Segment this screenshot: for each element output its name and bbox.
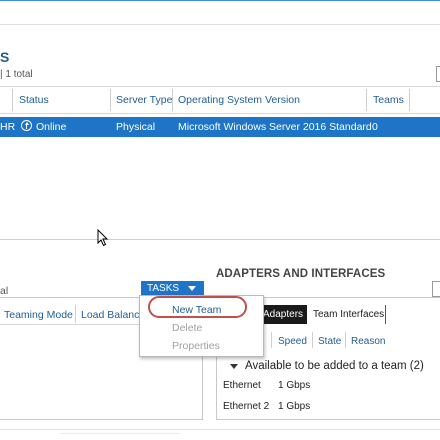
adapter-group-label: Available to be added to a team (2) bbox=[245, 360, 424, 372]
adapter-name-cell[interactable]: Ethernet 2 bbox=[223, 401, 269, 412]
adapters-section-title: ADAPTERS AND INTERFACES bbox=[216, 268, 386, 280]
column-header-teaming-mode[interactable]: Teaming Mode bbox=[4, 309, 73, 321]
tasks-button[interactable]: TASKS bbox=[141, 281, 204, 296]
menu-item-properties[interactable]: Properties bbox=[172, 340, 220, 352]
adapter-speed-cell: 1 Gbps bbox=[278, 380, 311, 391]
column-header-teams[interactable]: Teams bbox=[373, 94, 404, 106]
column-separator[interactable] bbox=[110, 89, 111, 111]
column-header-speed[interactable]: Speed bbox=[278, 336, 307, 347]
server-os-cell: Microsoft Windows Server 2016 Standard bbox=[178, 121, 372, 133]
column-header-reason[interactable]: Reason bbox=[351, 336, 385, 347]
tasks-dropdown-icon bbox=[188, 286, 196, 291]
servers-count: | 1 total bbox=[0, 69, 33, 80]
mouse-cursor-icon bbox=[97, 229, 109, 247]
server-name-cell: HR bbox=[0, 121, 16, 133]
tab-adapters[interactable]: Adapters bbox=[262, 305, 307, 324]
adapter-group-header[interactable]: Available to be added to a team (2) bbox=[230, 360, 424, 372]
section-splitter[interactable] bbox=[0, 239, 440, 240]
column-header-status[interactable]: Status bbox=[19, 94, 49, 106]
column-separator[interactable] bbox=[271, 332, 272, 348]
top-border bbox=[0, 0, 440, 1]
column-separator[interactable] bbox=[12, 89, 13, 111]
column-separator[interactable] bbox=[172, 89, 173, 111]
column-header-server-type[interactable]: Server Type bbox=[116, 94, 172, 106]
adapter-speed-cell: 1 Gbps bbox=[278, 401, 311, 412]
column-header-os-version[interactable]: Operating System Version bbox=[178, 94, 300, 106]
column-separator[interactable] bbox=[75, 305, 76, 323]
bottom-divider bbox=[0, 429, 440, 430]
column-separator[interactable] bbox=[312, 332, 313, 348]
servers-tasks-button-edge[interactable] bbox=[436, 66, 440, 82]
column-header-load-balancing[interactable]: Load Balancin bbox=[81, 309, 148, 321]
bottom-ghost-line bbox=[60, 433, 180, 434]
tasks-button-label: TASKS bbox=[147, 283, 180, 294]
column-separator[interactable] bbox=[345, 332, 346, 348]
tab-team-interfaces[interactable]: Team Interfaces bbox=[313, 309, 384, 320]
column-separator[interactable] bbox=[366, 89, 367, 111]
online-status-icon bbox=[21, 120, 32, 131]
tab-separator bbox=[385, 305, 386, 324]
header-divider bbox=[0, 24, 440, 25]
adapter-name-cell[interactable]: Ethernet bbox=[223, 380, 261, 391]
highlight-annotation-circle bbox=[148, 296, 247, 318]
column-header-state[interactable]: State bbox=[318, 336, 341, 347]
server-type-cell: Physical bbox=[116, 121, 156, 133]
menu-item-delete[interactable]: Delete bbox=[172, 322, 202, 334]
servers-section-title: S bbox=[0, 49, 10, 65]
teams-count: al bbox=[0, 285, 9, 297]
adapters-tasks-button-edge[interactable] bbox=[432, 281, 440, 297]
column-separator[interactable] bbox=[409, 89, 410, 111]
collapse-triangle-icon[interactable] bbox=[230, 364, 238, 369]
server-status-cell: Online bbox=[36, 121, 67, 133]
server-teams-cell: 0 bbox=[372, 121, 378, 133]
